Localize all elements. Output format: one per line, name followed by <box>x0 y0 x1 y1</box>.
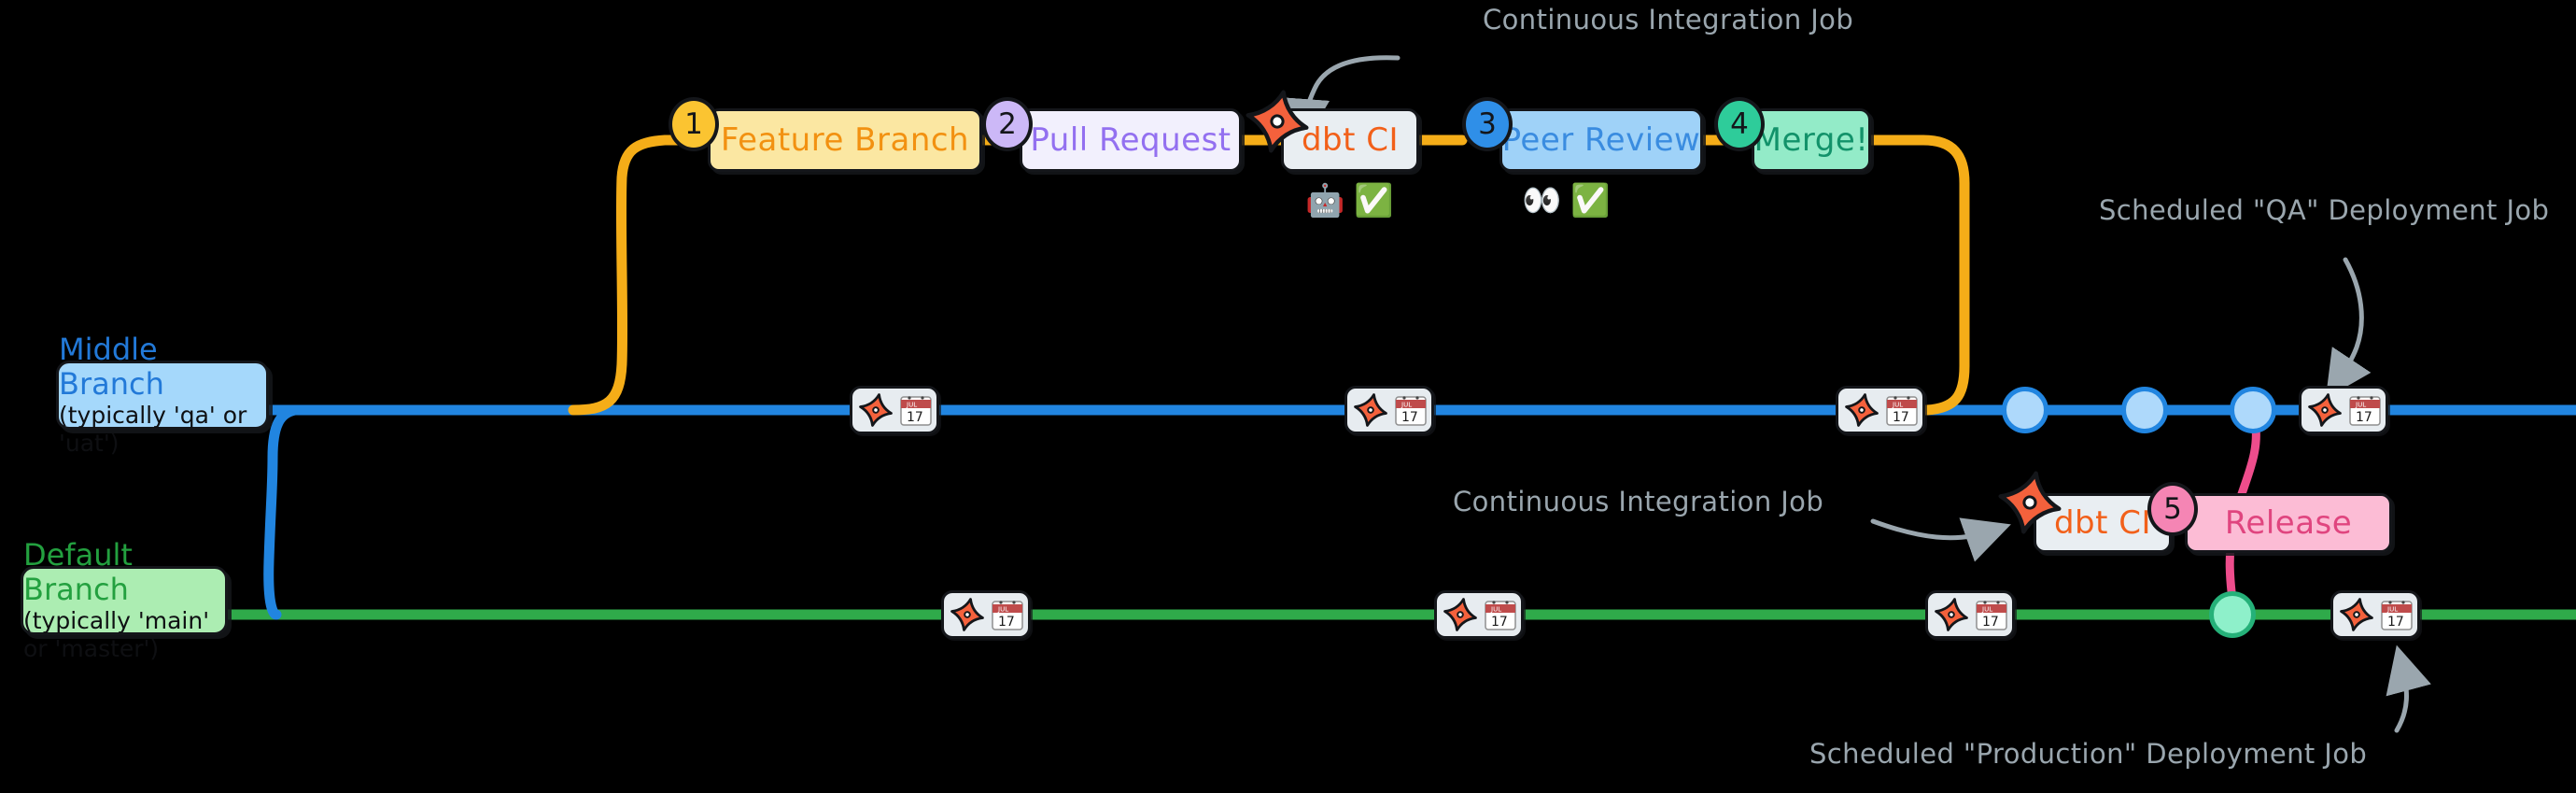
node-peer-review-label: Peer Review <box>1501 121 1701 159</box>
svg-text:JUL: JUL <box>1490 606 1501 614</box>
svg-text:JUL: JUL <box>997 606 1008 614</box>
check-mark-icon: ✅ <box>1570 182 1611 219</box>
svg-text:17: 17 <box>1491 615 1508 630</box>
svg-text:JUL: JUL <box>2355 402 2366 409</box>
svg-text:JUL: JUL <box>1401 402 1412 409</box>
step-badge-1: 1 <box>669 97 719 151</box>
default-branch-label-box: Default Branch (typically 'main' or 'mas… <box>21 538 228 662</box>
annotation-ci-top: Continuous Integration Job <box>1483 4 1854 35</box>
default-branch-name: Default Branch <box>23 537 133 607</box>
commit-marker[interactable]: JUL 17 <box>1344 386 1434 434</box>
svg-text:JUL: JUL <box>906 402 917 409</box>
svg-text:17: 17 <box>2356 410 2372 425</box>
commit-marker[interactable]: JUL 17 <box>850 386 939 434</box>
dbt-logo-icon <box>1246 90 1309 153</box>
calendar-icon: JUL 17 <box>991 601 1023 630</box>
node-peer-review[interactable]: Peer Review <box>1499 108 1703 172</box>
robot-icon: 🤖 <box>1305 182 1345 219</box>
node-pull-request-label: Pull Request <box>1030 121 1232 159</box>
step-badge-2: 2 <box>982 97 1033 151</box>
svg-text:17: 17 <box>998 615 1015 630</box>
merge-back-curve <box>1865 135 1970 416</box>
middle-branch-dot[interactable] <box>2002 387 2048 433</box>
middle-branch-name: Middle Branch <box>59 332 164 402</box>
annotation-ci-bottom: Continuous Integration Job <box>1453 486 1824 517</box>
calendar-icon: JUL 17 <box>2348 396 2381 426</box>
commit-marker[interactable]: JUL 17 <box>1434 590 1524 639</box>
middle-branch-dot[interactable] <box>2121 387 2168 433</box>
ci-status-icons: 🤖 ✅ <box>1305 185 1394 217</box>
check-mark-icon: ✅ <box>1354 182 1394 219</box>
node-release[interactable]: Release <box>2185 493 2392 553</box>
anno-arrow-ci-bottom <box>1870 517 2011 562</box>
step-badge-3: 3 <box>1462 97 1513 151</box>
node-merge[interactable]: Merge! <box>1752 108 1871 172</box>
commit-marker[interactable]: JUL 17 <box>941 590 1031 639</box>
dbt-logo-icon <box>858 393 893 427</box>
dbt-logo-icon <box>2307 393 2342 427</box>
svg-text:17: 17 <box>907 410 923 425</box>
default-branch-dot[interactable] <box>2209 591 2256 638</box>
step-badge-4: 4 <box>1714 97 1765 151</box>
eyes-icon: 👀 <box>1522 182 1562 219</box>
calendar-icon: JUL 17 <box>899 396 932 426</box>
node-release-label: Release <box>2224 504 2353 542</box>
annotation-qa-deploy: Scheduled "QA" Deployment Job <box>2099 194 2550 226</box>
dbt-logo-icon <box>1443 598 1477 631</box>
step-badge-5: 5 <box>2147 482 2198 536</box>
commit-marker[interactable]: JUL 17 <box>1836 386 1925 434</box>
commit-marker[interactable]: JUL 17 <box>1925 590 2015 639</box>
diagram-canvas: Middle Branch (typically 'qa' or 'uat') … <box>0 0 2576 793</box>
svg-text:17: 17 <box>1982 615 1999 630</box>
commit-marker[interactable]: JUL 17 <box>2299 386 2388 434</box>
node-pull-request[interactable]: Pull Request <box>1020 108 1242 172</box>
calendar-icon: JUL 17 <box>1885 396 1918 426</box>
commit-marker[interactable]: JUL 17 <box>2330 590 2420 639</box>
review-status-icons: 👀 ✅ <box>1522 185 1611 217</box>
default-branch-hint: (typically 'main' or 'master') <box>23 606 210 662</box>
svg-text:JUL: JUL <box>1981 606 1992 614</box>
middle-branch-origin-curve <box>263 404 323 620</box>
node-feature-branch[interactable]: Feature Branch <box>708 108 982 172</box>
svg-text:17: 17 <box>1401 410 1418 425</box>
anno-arrow-qa-deploy <box>2325 257 2372 399</box>
node-dbt-ci-top-label: dbt CI <box>1301 121 1400 159</box>
dbt-logo-icon <box>1998 471 2062 534</box>
svg-text:17: 17 <box>1893 410 1909 425</box>
dbt-logo-icon <box>950 598 984 631</box>
node-feature-branch-label: Feature Branch <box>720 121 970 159</box>
dbt-logo-icon <box>1844 393 1879 427</box>
svg-text:17: 17 <box>2387 615 2404 630</box>
middle-branch-dot[interactable] <box>2230 387 2276 433</box>
dbt-logo-icon <box>2339 598 2373 631</box>
feature-branch-curve <box>568 135 698 416</box>
anno-arrow-prod-deploy <box>2386 644 2431 733</box>
calendar-icon: JUL 17 <box>1394 396 1427 426</box>
dbt-logo-icon <box>1353 393 1387 427</box>
calendar-icon: JUL 17 <box>1975 601 2007 630</box>
node-dbt-ci-bottom-label: dbt CI <box>2053 504 2152 542</box>
svg-text:JUL: JUL <box>2386 606 2398 614</box>
dbt-logo-icon <box>1934 598 1968 631</box>
node-merge-label: Merge! <box>1753 121 1869 159</box>
middle-branch-hint: (typically 'qa' or 'uat') <box>59 401 247 457</box>
svg-text:JUL: JUL <box>1892 402 1903 409</box>
middle-branch-label-box: Middle Branch (typically 'qa' or 'uat') <box>56 333 269 457</box>
calendar-icon: JUL 17 <box>2380 601 2413 630</box>
calendar-icon: JUL 17 <box>1484 601 1516 630</box>
annotation-prod-deploy: Scheduled "Production" Deployment Job <box>1809 738 2368 770</box>
